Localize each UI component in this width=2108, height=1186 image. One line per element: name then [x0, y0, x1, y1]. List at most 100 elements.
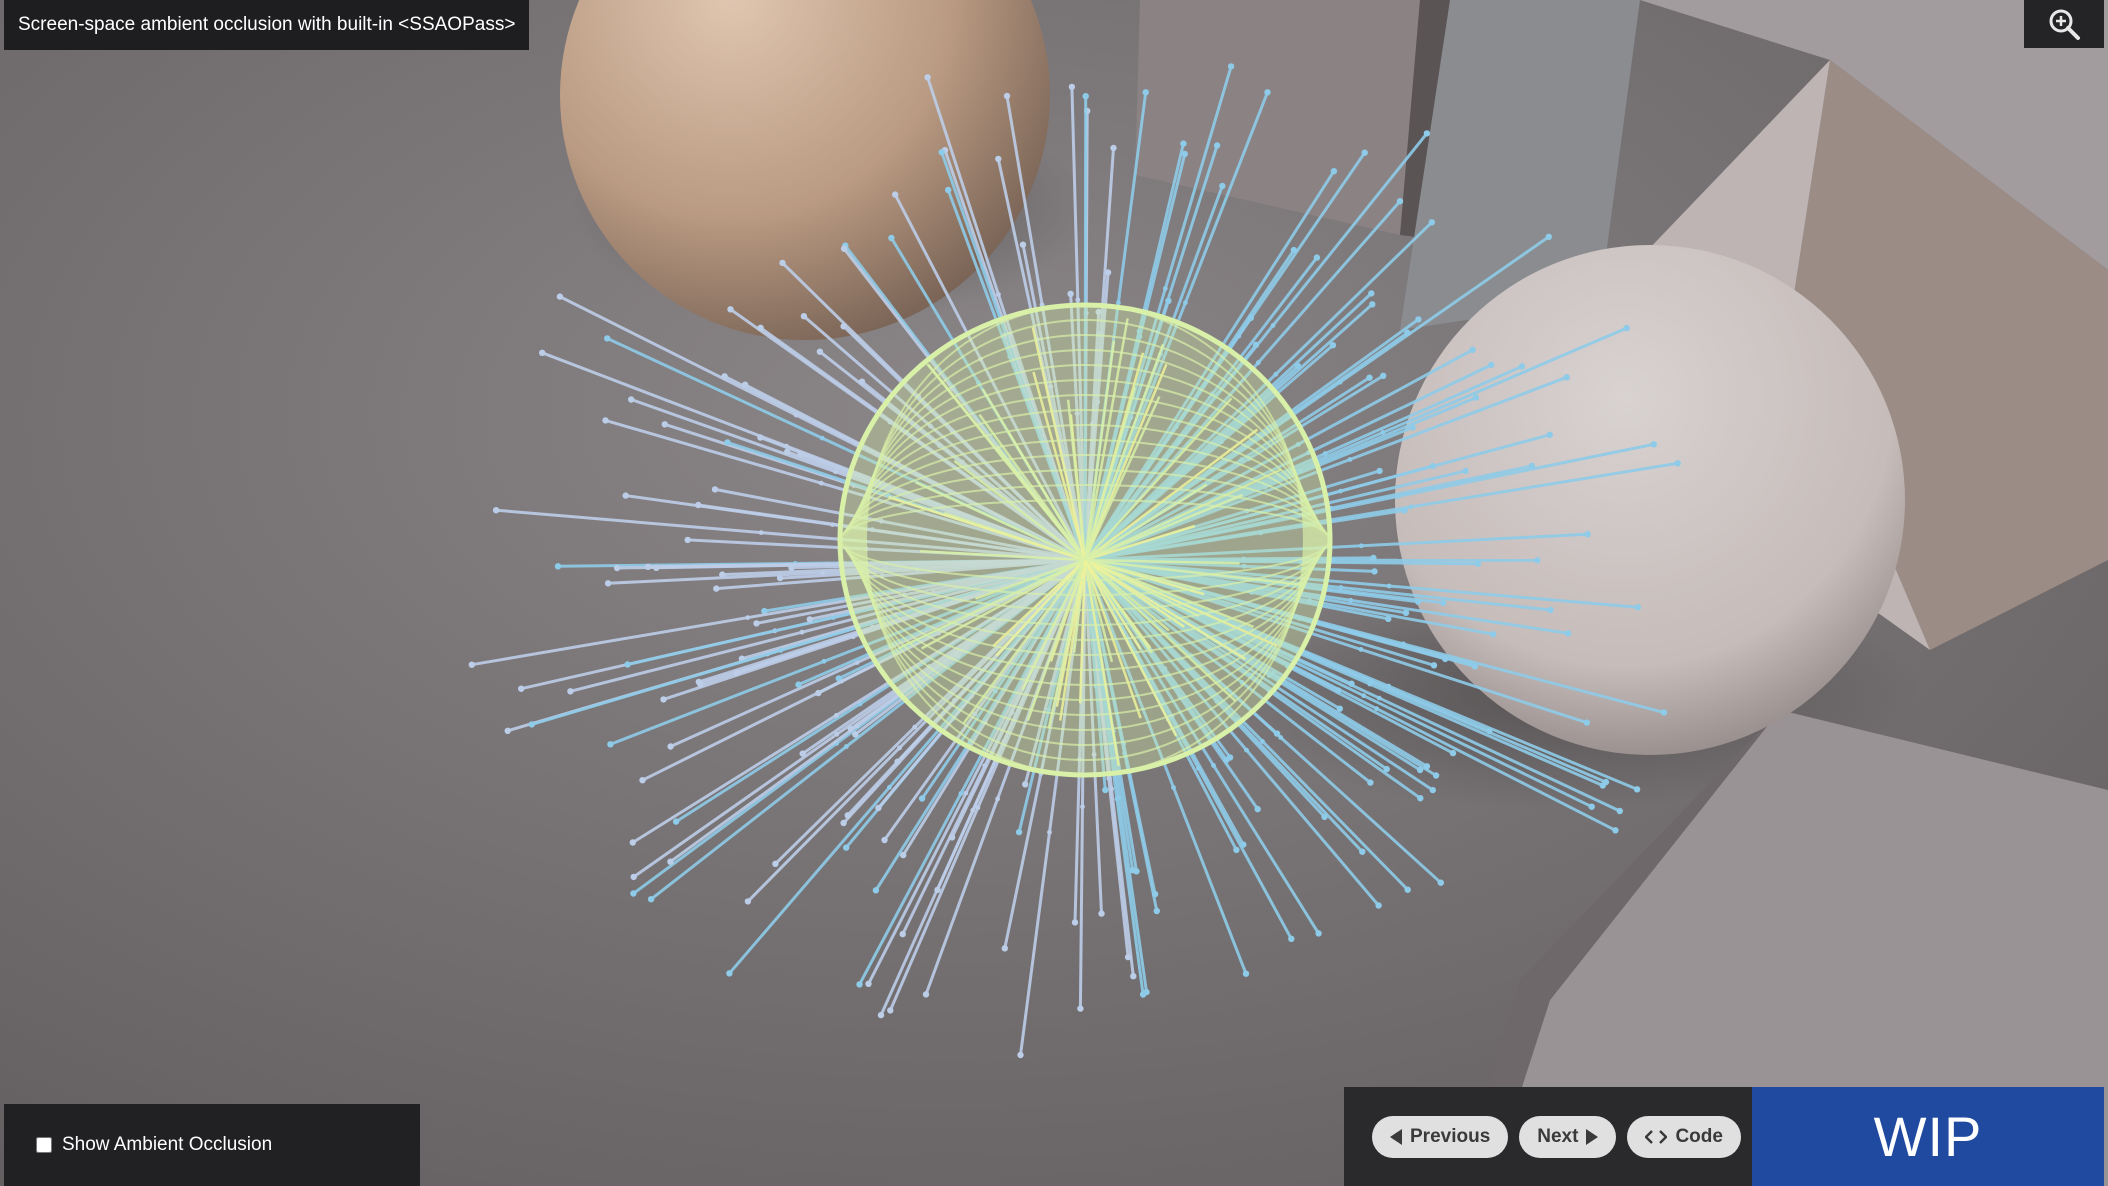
sample-point	[1133, 868, 1140, 875]
sample-point	[788, 564, 795, 571]
sample-point	[622, 492, 629, 499]
sample-point	[1171, 785, 1176, 790]
sample-point	[528, 721, 535, 728]
sample-point	[1313, 254, 1321, 261]
sample-point	[1616, 807, 1624, 815]
sample-point	[1402, 609, 1410, 616]
sample-point	[833, 469, 838, 475]
ssao-3d-viewport[interactable]	[0, 0, 2108, 1186]
sample-point	[1260, 739, 1265, 744]
wip-badge: WIP	[1752, 1087, 2104, 1186]
sample-point	[695, 678, 702, 686]
code-label: Code	[1675, 1125, 1723, 1147]
sample-point	[629, 839, 636, 846]
sample-point	[1019, 241, 1027, 248]
sample-point	[1116, 795, 1122, 800]
sample-point	[958, 791, 964, 796]
sample-point	[877, 1011, 885, 1019]
sample-point	[982, 763, 988, 769]
sample-point	[934, 886, 941, 894]
sample-point	[772, 860, 779, 867]
sample-point	[1227, 63, 1235, 70]
sample-point	[1358, 647, 1364, 652]
sample-point	[1315, 930, 1322, 937]
sample-point	[995, 796, 1000, 802]
sample-point	[1110, 144, 1117, 152]
code-button[interactable]: Code	[1627, 1115, 1741, 1158]
sample-point	[924, 74, 931, 81]
sample-point	[1143, 988, 1150, 996]
sample-point	[554, 563, 562, 570]
sample-point	[672, 818, 680, 825]
triangle-right-icon	[1586, 1128, 1599, 1145]
sample-point	[840, 323, 847, 330]
sample-point	[1440, 599, 1447, 606]
sample-point	[647, 896, 655, 903]
sample-point	[975, 805, 981, 811]
sample-point	[1321, 813, 1328, 821]
sample-point	[1428, 219, 1436, 226]
zoom-button[interactable]	[2024, 0, 2104, 48]
sample-point	[844, 744, 849, 749]
sample-point	[1021, 781, 1029, 788]
sample-point	[1347, 457, 1353, 462]
sample-point	[1432, 772, 1440, 779]
sample-point	[1376, 467, 1383, 475]
sample-point	[843, 844, 850, 851]
sample-point	[1430, 662, 1438, 669]
next-button[interactable]: Next	[1519, 1115, 1617, 1158]
sample-point	[1211, 763, 1216, 768]
sample-point	[539, 349, 546, 356]
sample-point	[922, 991, 930, 998]
sample-point	[1584, 531, 1591, 538]
sample-point	[726, 970, 733, 977]
sample-point	[1273, 371, 1279, 377]
sample-point	[624, 661, 631, 668]
sample-point	[854, 723, 860, 729]
sample-point	[1545, 233, 1553, 240]
sample-point	[644, 563, 652, 570]
sample-point	[1474, 560, 1482, 567]
hemisphere-outline	[837, 302, 1333, 778]
sample-point	[1371, 568, 1378, 575]
sample-point	[1369, 301, 1376, 308]
show-ambient-occlusion-label[interactable]: Show Ambient Occlusion	[62, 1134, 272, 1156]
sample-point	[1534, 557, 1541, 564]
sample-point	[1252, 341, 1260, 348]
sample-point	[888, 234, 895, 242]
sample-point	[1588, 803, 1595, 810]
sample-point	[639, 777, 646, 784]
sample-point	[795, 681, 802, 688]
sample-point	[1380, 372, 1387, 379]
sample-point	[1489, 631, 1497, 638]
sample-point	[1071, 919, 1079, 926]
sample-point	[1255, 360, 1261, 366]
sample-point	[468, 661, 475, 668]
sample-point	[938, 149, 945, 156]
sample-point	[1242, 970, 1250, 977]
sample-point	[1386, 583, 1392, 589]
previous-button[interactable]: Previous	[1372, 1115, 1509, 1158]
sample-point	[819, 435, 825, 441]
sample-point	[1273, 730, 1281, 737]
sample-point	[778, 648, 784, 653]
sample-point	[892, 191, 899, 198]
sample-point	[1634, 604, 1642, 611]
sample-point	[1233, 846, 1240, 854]
sample-point	[1546, 431, 1554, 438]
sample-point	[1395, 494, 1401, 499]
sample-point	[684, 536, 691, 544]
sample-point	[1633, 786, 1641, 793]
sample-point	[918, 795, 926, 802]
show-ambient-occlusion-checkbox[interactable]	[36, 1137, 52, 1153]
sample-point	[1288, 935, 1295, 942]
previous-label: Previous	[1410, 1125, 1491, 1147]
sample-point	[753, 620, 760, 627]
sample-point	[833, 713, 839, 718]
sample-point	[1429, 462, 1437, 470]
sample-point	[1098, 910, 1105, 917]
options-panel: Show Ambient Occlusion	[4, 1104, 420, 1186]
sample-point	[1602, 778, 1610, 786]
sample-point	[667, 858, 674, 865]
sample-point	[818, 480, 824, 486]
